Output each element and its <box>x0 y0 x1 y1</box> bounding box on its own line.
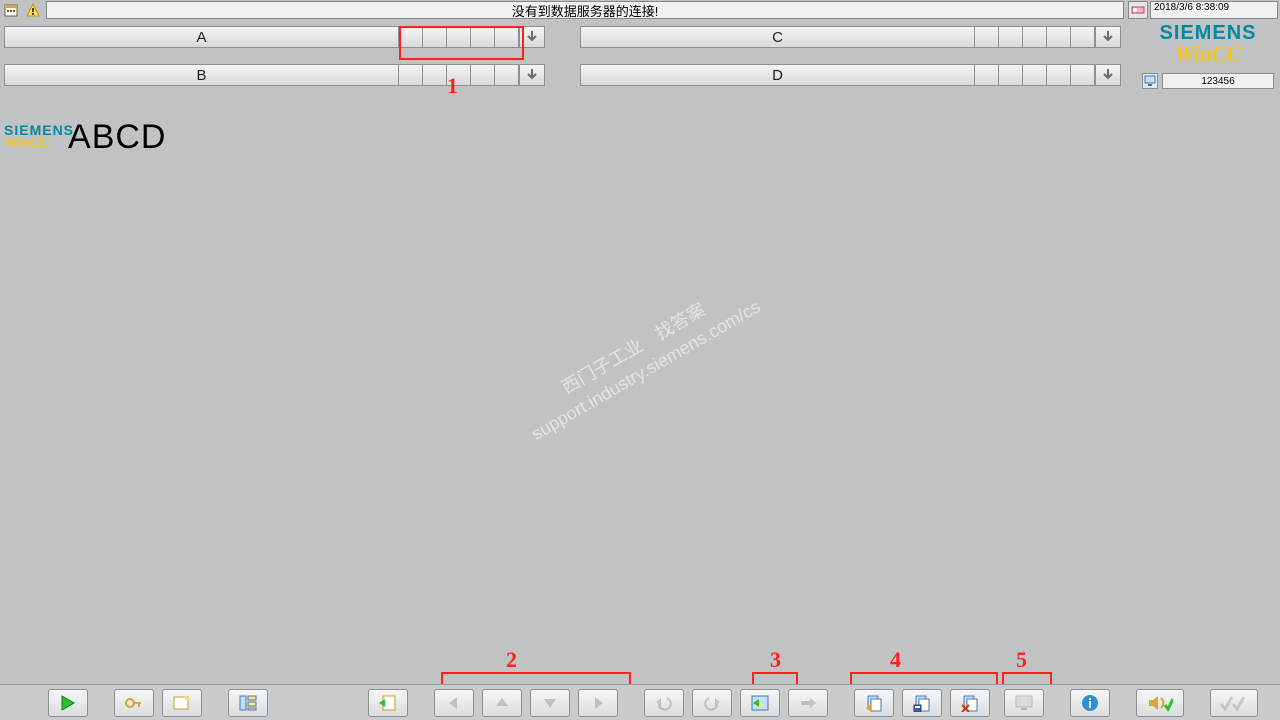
combo-a-dropdown[interactable] <box>519 26 545 48</box>
monitor-icon <box>1142 73 1158 89</box>
combo-a[interactable]: A <box>4 26 545 48</box>
warning-triangle-icon <box>25 2 41 18</box>
info-button[interactable] <box>1070 689 1110 717</box>
brand-id-value: 123456 <box>1162 73 1274 89</box>
combo-c-segments <box>975 26 1095 48</box>
redo-button[interactable] <box>692 689 732 717</box>
combo-d-segments <box>975 64 1095 86</box>
annotation-label-5: 5 <box>1016 647 1027 673</box>
annotation-label-3: 3 <box>770 647 781 673</box>
status-message-text: 没有到数据服务器的连接! <box>512 1 659 20</box>
combo-b-label: B <box>4 64 399 86</box>
annotation-label-4: 4 <box>890 647 901 673</box>
nav-down-button[interactable] <box>530 689 570 717</box>
combo-b-segments <box>399 64 519 86</box>
play-button[interactable] <box>48 689 88 717</box>
undo-button[interactable] <box>644 689 684 717</box>
picture-go-button[interactable] <box>740 689 780 717</box>
list-view-button[interactable] <box>228 689 268 717</box>
monitor-button[interactable] <box>1004 689 1044 717</box>
docs-open-button[interactable] <box>854 689 894 717</box>
combo-c-dropdown[interactable] <box>1095 26 1121 48</box>
timestamp-text: 2018/3/6 8:38:09 <box>1154 2 1229 13</box>
combo-c-label: C <box>580 26 975 48</box>
new-window-button[interactable] <box>162 689 202 717</box>
page-body-mark: SIEMENS WinCC ABCD <box>4 118 166 157</box>
key-button[interactable] <box>114 689 154 717</box>
sound-ack-button[interactable] <box>1136 689 1184 717</box>
combo-d[interactable]: D <box>580 64 1121 86</box>
combo-a-label: A <box>4 26 399 48</box>
combo-b[interactable]: B <box>4 64 545 86</box>
calendar-icon <box>3 2 19 18</box>
nav-right-button[interactable] <box>578 689 618 717</box>
watermark: 西门子工业 找答案 support.industry.siemens.com/c… <box>514 273 765 447</box>
annotation-label-2: 2 <box>506 647 517 673</box>
brand-area: SIEMENS WinCC 123456 <box>1138 22 1278 89</box>
timestamp: 2018/3/6 8:38:09 <box>1150 1 1278 19</box>
go-right-button[interactable] <box>788 689 828 717</box>
combo-b-dropdown[interactable] <box>519 64 545 86</box>
combo-a-segments <box>399 26 519 48</box>
combo-d-label: D <box>580 64 975 86</box>
docs-save-button[interactable] <box>902 689 942 717</box>
toggle-icon[interactable] <box>1128 1 1148 19</box>
combo-c[interactable]: C <box>580 26 1121 48</box>
selector-area: A C B <box>0 22 1125 90</box>
mid-brand-wincc: WinCC <box>4 137 74 151</box>
import-button[interactable] <box>368 689 408 717</box>
watermark-line2: support.industry.siemens.com/cs <box>527 295 765 447</box>
page-body-abcd: ABCD <box>68 118 166 157</box>
watermark-line1: 西门子工业 找答案 <box>514 273 752 425</box>
ack-all-button[interactable] <box>1210 689 1258 717</box>
combo-d-dropdown[interactable] <box>1095 64 1121 86</box>
top-status-bar: 没有到数据服务器的连接! 2018/3/6 8:38:09 <box>0 0 1280 20</box>
docs-delete-button[interactable] <box>950 689 990 717</box>
nav-up-button[interactable] <box>482 689 522 717</box>
nav-left-button[interactable] <box>434 689 474 717</box>
bottom-toolbar <box>0 684 1280 720</box>
status-message: 没有到数据服务器的连接! <box>46 1 1124 19</box>
